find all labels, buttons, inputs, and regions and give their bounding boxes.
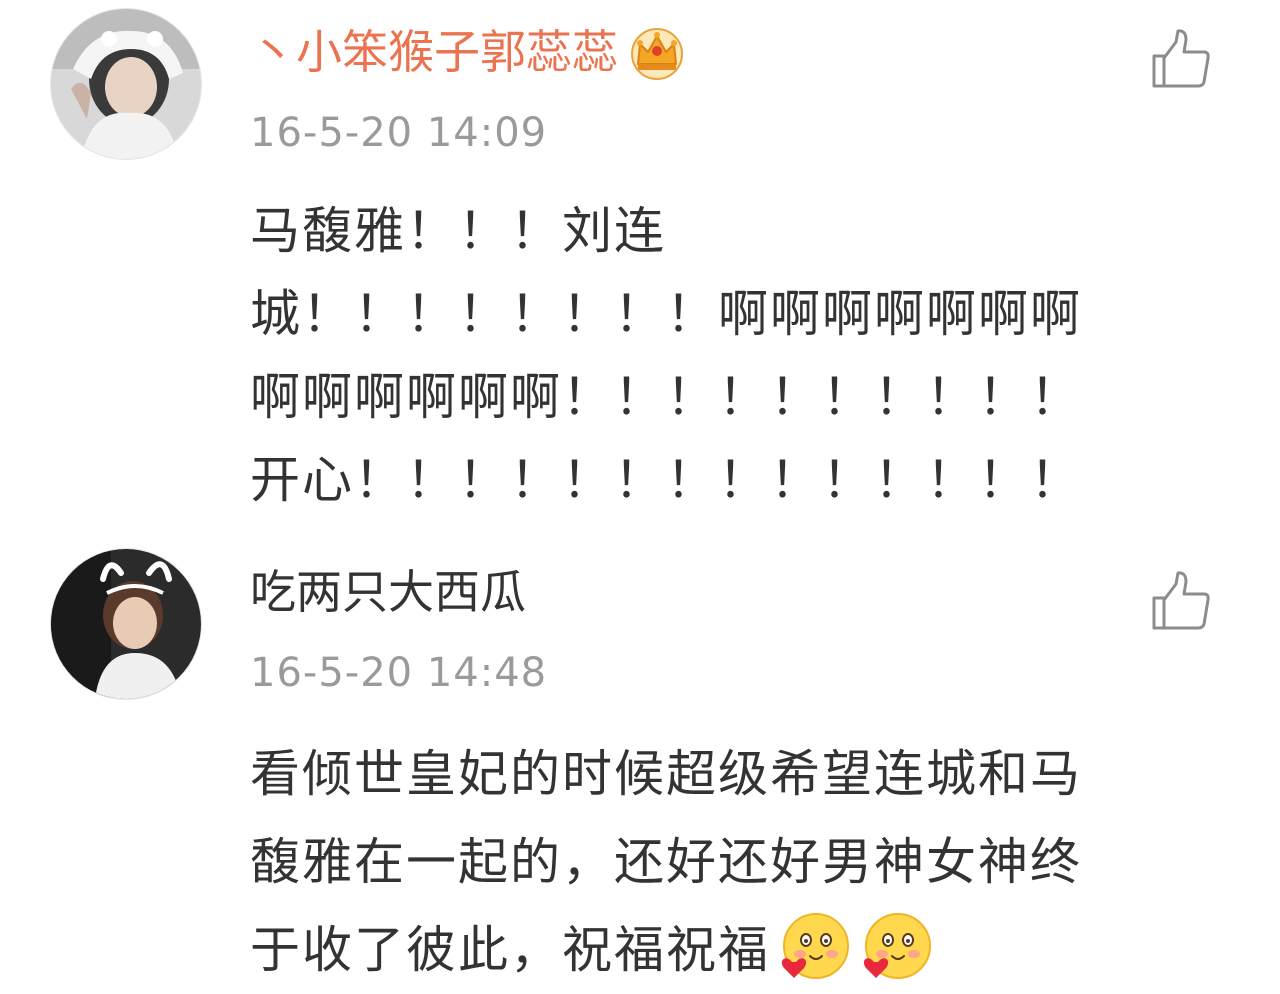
comment-text-line: 开心！！！！！！！！！！！！！！ [250, 451, 1082, 509]
comment-text: 看倾世皇妃的时候超级希望连城和马 馥雅在一起的，还好还好男神女神终 于收了彼此，… [250, 730, 1220, 994]
comment-timestamp: 16-5-20 14:09 [250, 110, 548, 156]
username[interactable]: 吃两只大西瓜 [250, 562, 526, 622]
comment-timestamp: 16-5-20 14:48 [250, 650, 548, 696]
comment-text: 马馥雅！！！刘连 城！！！！！！！！啊啊啊啊啊啊啊 啊啊啊啊啊啊！！！！！！！！… [250, 190, 1220, 522]
comment-text-line-with-emoji: 于收了彼此，祝福祝福 [250, 906, 1220, 994]
like-button[interactable] [1146, 570, 1212, 632]
blush-heart-emoji-icon [776, 910, 852, 986]
comment-item: 吃两只大西瓜 16-5-20 14:48 看倾世皇妃的时候超级希望连城和马 馥雅… [0, 540, 1280, 988]
comment-text-line: 城！！！！！！！！啊啊啊啊啊啊啊 [250, 285, 1082, 343]
avatar[interactable] [50, 548, 202, 700]
comment-text-line: 看倾世皇妃的时候超级希望连城和马 [250, 745, 1082, 803]
comment-text-fragment: 于收了彼此，祝福祝福 [250, 921, 770, 979]
comment-item: 丶小笨猴子郭蕊蕊 16-5-20 14:09 马馥雅！！！刘连 城！！！！！！！… [0, 0, 1280, 540]
thumbs-up-icon [1152, 571, 1210, 630]
avatar[interactable] [50, 8, 202, 160]
avatar-image [51, 9, 201, 159]
blush-heart-emoji-icon [858, 910, 934, 986]
comment-text-line: 啊啊啊啊啊啊！！！！！！！！！！ [250, 368, 1082, 426]
like-button[interactable] [1146, 28, 1212, 90]
username-text: 丶小笨猴子郭蕊蕊 [250, 25, 618, 79]
username-text: 吃两只大西瓜 [250, 565, 526, 619]
username[interactable]: 丶小笨猴子郭蕊蕊 [250, 22, 686, 84]
comment-text-line: 馥雅在一起的，还好还好男神女神终 [250, 833, 1082, 891]
crown-vip-icon [628, 24, 686, 80]
avatar-image [51, 549, 201, 699]
thumbs-up-icon [1152, 29, 1210, 88]
comment-text-line: 马馥雅！！！刘连 [250, 202, 666, 260]
